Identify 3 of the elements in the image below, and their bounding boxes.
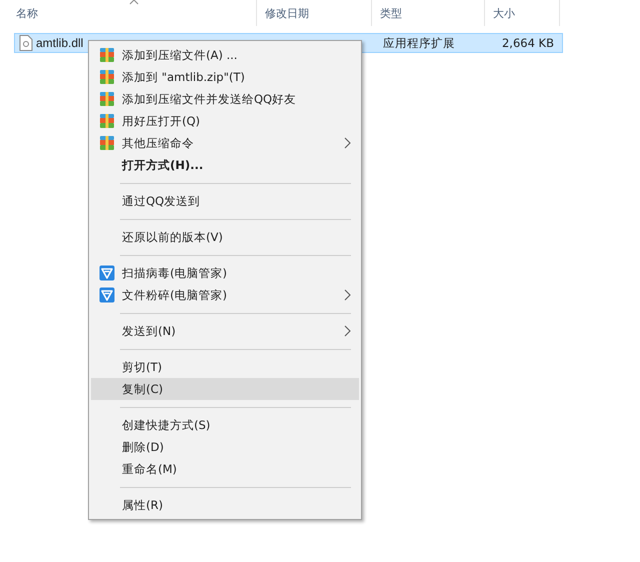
file-type: 应用程序扩展 <box>383 36 455 50</box>
file-name: amtlib.dll <box>36 36 84 50</box>
file-size: 2,664 KB <box>502 36 554 50</box>
